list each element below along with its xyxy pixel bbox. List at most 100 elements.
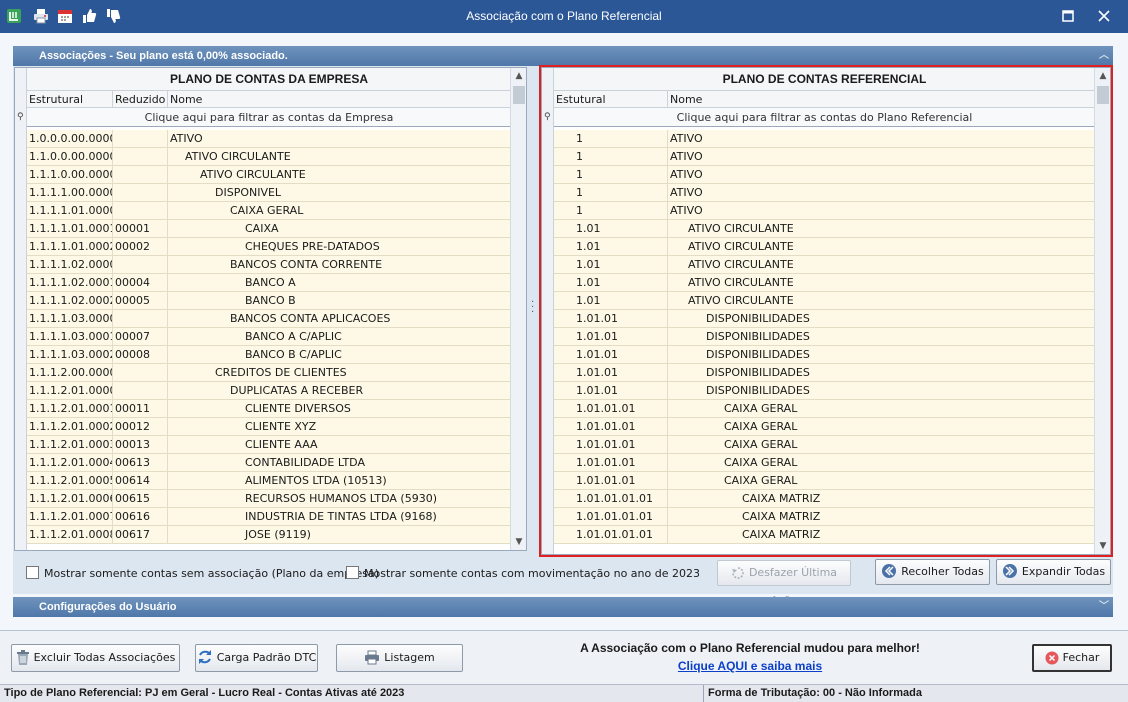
scroll-down-icon[interactable]: ▼ [511,534,526,550]
table-row[interactable]: 1.1.0.0.00.0000 ATIVO CIRCULANTE [27,148,511,166]
close-window-button[interactable] [1092,5,1116,27]
recolher-button[interactable]: Recolher Todas [875,559,990,585]
desfazer-button[interactable]: Desfazer Última Ação [717,560,851,607]
table-row[interactable]: 1.1.1.2.01.0003 00013 CLIENTE AAA [27,436,511,454]
cell-nome: BANCOS CONTA APLICACOES [230,312,391,325]
cell-reduzido [113,382,168,400]
maximize-button[interactable] [1056,5,1080,27]
row-indicator-gutter [15,68,27,550]
splitter-handle[interactable]: · · · [531,298,535,318]
cell-nome: CLIENTE AAA [245,438,318,451]
config-group-title: Configurações do Usuário [39,601,177,613]
config-group-header[interactable]: Configurações do Usuário ﹀ [13,597,1113,617]
table-row[interactable]: 1.0.0.0.00.0000 ATIVO [27,130,511,148]
empresa-column-headers: Estrutural Reduzido Nome [27,91,511,108]
chevron-down-icon[interactable]: ﹀ [1099,597,1109,617]
table-row[interactable]: 1.1.1.2.01.0006 00615 RECURSOS HUMANOS LTD… [27,490,511,508]
cell-nome: CAIXA GERAL [230,204,304,217]
table-row[interactable]: 1.1.1.1.02.0001 00004 BANCO A [27,274,511,292]
col-reduzido[interactable]: Reduzido [113,91,168,108]
table-row[interactable]: 1.1.1.1.03.0002 00008 BANCO B C/APLIC [27,346,511,364]
cell-reduzido [113,130,168,148]
col-nome[interactable]: Nome [168,91,511,108]
assoc-group-header[interactable]: Associações - Seu plano está 0,00% assoc… [13,46,1113,66]
chevron-up-icon[interactable]: ︿ [1099,46,1109,66]
table-row[interactable]: 1.1.1.0.00.0000 ATIVO CIRCULANTE [27,166,511,184]
status-forma-tributacao: Forma de Tributação: 00 - Não Informada [703,685,1128,702]
empresa-scrollbar[interactable]: ▲ ▼ [510,68,526,550]
cell-nome: ALIMENTOS LTDA (10513) [245,474,387,487]
cell-estrutural: 1.0.0.0.00.0000 [27,130,113,148]
cell-nome: ATIVO [170,132,203,145]
cell-estrutural: 1.1.1.2.01.0002 [27,418,113,436]
table-row[interactable]: 1.1.1.1.01.0000 CAIXA GERAL [27,202,511,220]
cell-nome: CREDITOS DE CLIENTES [215,366,347,379]
cell-reduzido: 00614 [113,472,168,490]
undo-icon [731,565,745,589]
table-row[interactable]: 1.1.1.2.01.0002 00012 CLIENTE XYZ [27,418,511,436]
cell-estrutural: 1.1.1.2.01.0007 [27,508,113,526]
fechar-button[interactable]: Fechar [1032,644,1112,672]
cell-nome: INDUSTRIA DE TINTAS LTDA (9168) [245,510,437,523]
table-row[interactable]: 1.1.1.1.02.0000 BANCOS CONTA CORRENTE [27,256,511,274]
carga-padrao-button[interactable]: Carga Padrão DTC [195,644,318,672]
table-row[interactable]: 1.1.1.1.00.0000 DISPONIVEL [27,184,511,202]
scroll-thumb[interactable] [513,86,525,104]
status-tipo-plano: Tipo de Plano Referencial: PJ em Geral -… [4,687,405,699]
cell-reduzido [113,364,168,382]
table-row[interactable]: 1.1.1.1.03.0000 BANCOS CONTA APLICACOES [27,310,511,328]
cell-reduzido [113,148,168,166]
empresa-filter-row[interactable]: Clique aqui para filtrar as contas da Em… [27,108,511,127]
listagem-button[interactable]: Listagem [336,644,463,672]
cell-estrutural: 1.1.1.1.03.0001 [27,328,113,346]
cell-reduzido: 00001 [113,220,168,238]
cell-reduzido: 00011 [113,400,168,418]
table-row[interactable]: 1.1.1.1.01.0002 00002 CHEQUES PRE-DATADOS [27,238,511,256]
print-icon [364,649,380,675]
trash-icon [16,649,30,675]
table-row[interactable]: 1.1.1.2.01.0004 00613 CONTABILIDADE LTDA [27,454,511,472]
cell-nome: BANCO B [245,294,296,307]
table-row[interactable]: 1.1.1.2.01.0000 DUPLICATAS A RECEBER [27,382,511,400]
table-row[interactable]: 1.1.1.1.01.0001 00001 CAIXA [27,220,511,238]
cell-estrutural: 1.1.1.2.01.0008 [27,526,113,544]
filter-icon[interactable]: ⚲ [17,112,24,122]
cell-estrutural: 1.1.1.0.00.0000 [27,166,113,184]
cell-nome: BANCO A [245,276,296,289]
cell-estrutural: 1.1.1.1.02.0002 [27,292,113,310]
cell-reduzido: 00012 [113,418,168,436]
sem-associacao-label: Mostrar somente contas sem associação (P… [44,567,379,580]
cell-estrutural: 1.1.1.1.00.0000 [27,184,113,202]
cell-nome: ATIVO CIRCULANTE [185,150,291,163]
cell-reduzido: 00615 [113,490,168,508]
cell-reduzido: 00616 [113,508,168,526]
cell-estrutural: 1.1.1.1.01.0000 [27,202,113,220]
empresa-grid-title: PLANO DE CONTAS DA EMPRESA [27,68,511,91]
cell-estrutural: 1.1.1.2.01.0001 [27,400,113,418]
cell-nome: CLIENTE XYZ [245,420,317,433]
scroll-up-icon[interactable]: ▲ [511,68,526,84]
cell-reduzido: 00007 [113,328,168,346]
sem-associacao-checkbox[interactable]: Mostrar somente contas sem associação (P… [26,566,379,581]
table-row[interactable]: 1.1.1.1.02.0002 00005 BANCO B [27,292,511,310]
table-row[interactable]: 1.1.1.2.00.0000 CREDITOS DE CLIENTES [27,364,511,382]
table-row[interactable]: 1.1.1.2.01.0008 00617 JOSE (9119) [27,526,511,544]
cell-reduzido: 00008 [113,346,168,364]
title-bar: Associação com o Plano Referencial [0,0,1128,33]
col-estrutural[interactable]: Estrutural [27,91,113,108]
cell-nome: DUPLICATAS A RECEBER [230,384,364,397]
expandir-button[interactable]: Expandir Todas [996,559,1111,585]
cell-reduzido [113,166,168,184]
cell-reduzido [113,184,168,202]
cell-reduzido: 00013 [113,436,168,454]
table-row[interactable]: 1.1.1.1.03.0001 00007 BANCO A C/APLIC [27,328,511,346]
table-row[interactable]: 1.1.1.2.01.0007 00616 INDUSTRIA DE TINTAS … [27,508,511,526]
table-row[interactable]: 1.1.1.2.01.0001 00011 CLIENTE DIVERSOS [27,400,511,418]
table-row[interactable]: 1.1.1.2.01.0005 00614 ALIMENTOS LTDA (1051… [27,472,511,490]
cell-estrutural: 1.1.1.1.01.0002 [27,238,113,256]
saiba-mais-link[interactable]: Clique AQUI e saiba mais [520,659,980,673]
excluir-associacoes-button[interactable]: Excluir Todas Associações [11,644,180,672]
cell-estrutural: 1.1.1.2.01.0004 [27,454,113,472]
com-movimentacao-checkbox[interactable]: Mostrar somente contas com movimentação … [346,566,700,581]
cell-reduzido: 00617 [113,526,168,544]
